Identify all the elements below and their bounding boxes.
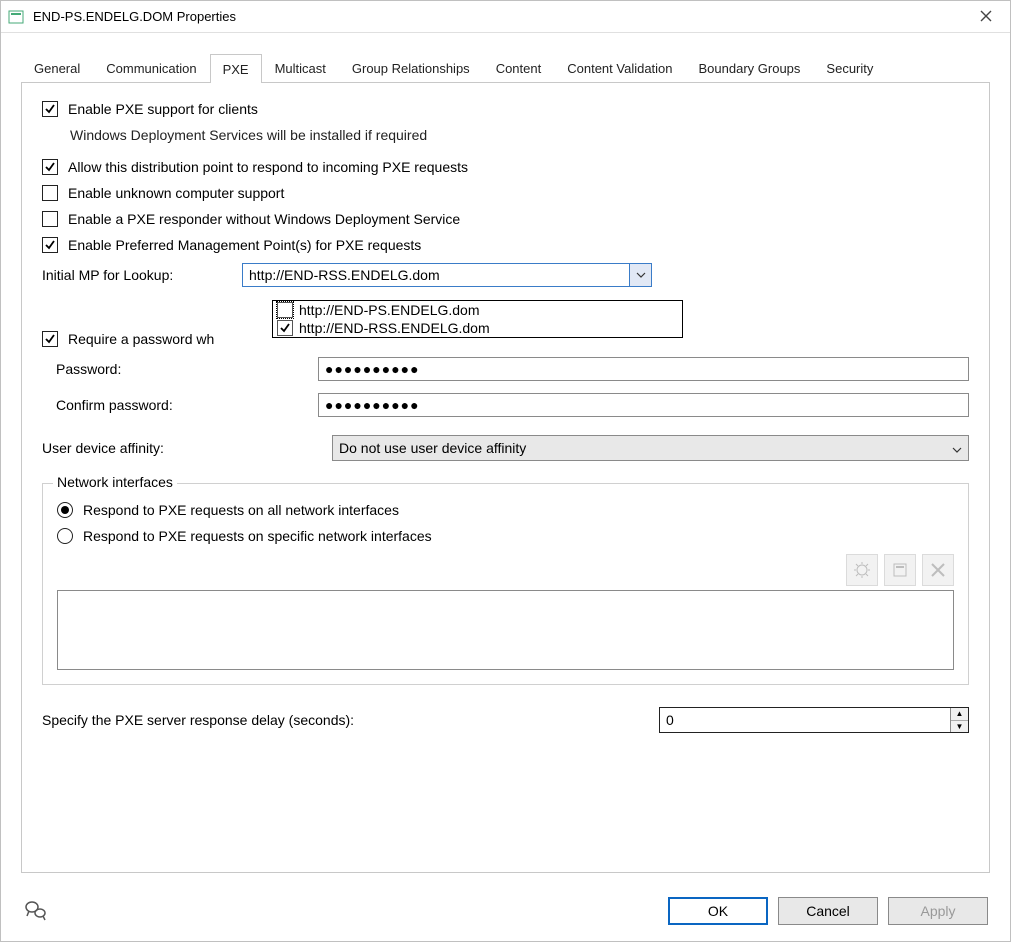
delay-label: Specify the PXE server response delay (s… — [42, 712, 659, 728]
initial-mp-label: Initial MP for Lookup: — [42, 267, 242, 283]
uda-label: User device affinity: — [42, 440, 332, 456]
network-interfaces-group: Network interfaces Respond to PXE reques… — [42, 483, 969, 685]
delay-spin-down[interactable]: ▼ — [951, 721, 968, 733]
password-value: ●●●●●●●●●● — [325, 361, 420, 377]
ni-edit-button[interactable] — [884, 554, 916, 586]
require-password-label: Require a password wh — [68, 331, 214, 347]
ni-toolbar — [57, 554, 954, 586]
confirm-password-value: ●●●●●●●●●● — [325, 397, 420, 413]
ni-all-label: Respond to PXE requests on all network i… — [83, 502, 399, 518]
unknown-support-label: Enable unknown computer support — [68, 185, 284, 201]
confirm-password-row: Confirm password: ●●●●●●●●●● — [42, 393, 969, 417]
tab-general[interactable]: General — [21, 53, 93, 82]
ni-specific-label: Respond to PXE requests on specific netw… — [83, 528, 432, 544]
allow-respond-checkbox[interactable] — [42, 159, 58, 175]
cancel-button[interactable]: Cancel — [778, 897, 878, 925]
tab-group-relationships[interactable]: Group Relationships — [339, 53, 483, 82]
help-icon[interactable] — [23, 897, 51, 925]
window-icon — [7, 8, 25, 26]
responder-wo-wds-checkbox[interactable] — [42, 211, 58, 227]
initial-mp-dropdown[interactable]: http://END-PS.ENDELG.dom http://END-RSS.… — [272, 300, 683, 338]
tab-security[interactable]: Security — [813, 53, 886, 82]
pxe-panel: Enable PXE support for clients Windows D… — [21, 83, 990, 873]
unknown-support-row: Enable unknown computer support — [42, 185, 969, 201]
tab-content[interactable]: Content — [483, 53, 555, 82]
network-interfaces-legend: Network interfaces — [53, 474, 177, 490]
confirm-password-input[interactable]: ●●●●●●●●●● — [318, 393, 969, 417]
mp-option-0[interactable]: http://END-PS.ENDELG.dom — [273, 301, 682, 319]
preferred-mp-label: Enable Preferred Management Point(s) for… — [68, 237, 421, 253]
ok-button[interactable]: OK — [668, 897, 768, 925]
delay-spinner[interactable]: 0 ▲ ▼ — [659, 707, 969, 733]
initial-mp-dropdown-button[interactable] — [629, 264, 651, 286]
responder-wo-wds-row: Enable a PXE responder without Windows D… — [42, 211, 969, 227]
ni-all-row: Respond to PXE requests on all network i… — [57, 502, 954, 518]
tab-boundary-groups[interactable]: Boundary Groups — [686, 53, 814, 82]
require-password-checkbox[interactable] — [42, 331, 58, 347]
mp-option-1[interactable]: http://END-RSS.ENDELG.dom — [273, 319, 682, 337]
dialog-footer: OK Cancel Apply — [1, 881, 1010, 941]
preferred-mp-checkbox[interactable] — [42, 237, 58, 253]
ni-list[interactable] — [57, 590, 954, 670]
password-input[interactable]: ●●●●●●●●●● — [318, 357, 969, 381]
chevron-down-icon — [952, 440, 962, 456]
uda-value: Do not use user device affinity — [339, 440, 526, 456]
tab-multicast[interactable]: Multicast — [262, 53, 339, 82]
password-label: Password: — [42, 361, 318, 377]
initial-mp-combo[interactable]: http://END-RSS.ENDELG.dom — [242, 263, 652, 287]
delay-value: 0 — [666, 712, 674, 728]
allow-respond-label: Allow this distribution point to respond… — [68, 159, 468, 175]
mp-option-1-checkbox[interactable] — [277, 320, 293, 336]
tab-content-validation[interactable]: Content Validation — [554, 53, 685, 82]
mp-option-0-label: http://END-PS.ENDELG.dom — [299, 302, 480, 318]
delay-spin-up[interactable]: ▲ — [951, 708, 968, 721]
ni-delete-button[interactable] — [922, 554, 954, 586]
delay-spin-buttons: ▲ ▼ — [950, 708, 968, 732]
ni-add-button[interactable] — [846, 554, 878, 586]
tab-strip: General Communication PXE Multicast Grou… — [21, 53, 990, 83]
enable-pxe-row: Enable PXE support for clients — [42, 101, 969, 117]
mp-option-0-checkbox[interactable] — [277, 302, 293, 318]
content-area: General Communication PXE Multicast Grou… — [1, 33, 1010, 881]
delay-row: Specify the PXE server response delay (s… — [42, 707, 969, 733]
ni-all-radio[interactable] — [57, 502, 73, 518]
tab-communication[interactable]: Communication — [93, 53, 209, 82]
password-row: Password: ●●●●●●●●●● — [42, 357, 969, 381]
wds-note-row: Windows Deployment Services will be inst… — [70, 127, 969, 143]
confirm-password-label: Confirm password: — [42, 397, 318, 413]
properties-window: END-PS.ENDELG.DOM Properties General Com… — [0, 0, 1011, 942]
responder-wo-wds-label: Enable a PXE responder without Windows D… — [68, 211, 460, 227]
enable-pxe-checkbox[interactable] — [42, 101, 58, 117]
uda-select[interactable]: Do not use user device affinity — [332, 435, 969, 461]
apply-button[interactable]: Apply — [888, 897, 988, 925]
enable-pxe-label: Enable PXE support for clients — [68, 101, 258, 117]
preferred-mp-row: Enable Preferred Management Point(s) for… — [42, 237, 969, 253]
window-title: END-PS.ENDELG.DOM Properties — [33, 9, 968, 24]
uda-row: User device affinity: Do not use user de… — [42, 435, 969, 461]
ni-specific-row: Respond to PXE requests on specific netw… — [57, 528, 954, 544]
wds-note: Windows Deployment Services will be inst… — [70, 127, 427, 143]
close-button[interactable] — [968, 9, 1004, 25]
mp-option-1-label: http://END-RSS.ENDELG.dom — [299, 320, 490, 336]
unknown-support-checkbox[interactable] — [42, 185, 58, 201]
tab-pxe[interactable]: PXE — [210, 54, 262, 83]
initial-mp-value: http://END-RSS.ENDELG.dom — [249, 267, 440, 283]
initial-mp-row: Initial MP for Lookup: http://END-RSS.EN… — [42, 263, 969, 287]
ni-specific-radio[interactable] — [57, 528, 73, 544]
titlebar: END-PS.ENDELG.DOM Properties — [1, 1, 1010, 33]
allow-respond-row: Allow this distribution point to respond… — [42, 159, 969, 175]
